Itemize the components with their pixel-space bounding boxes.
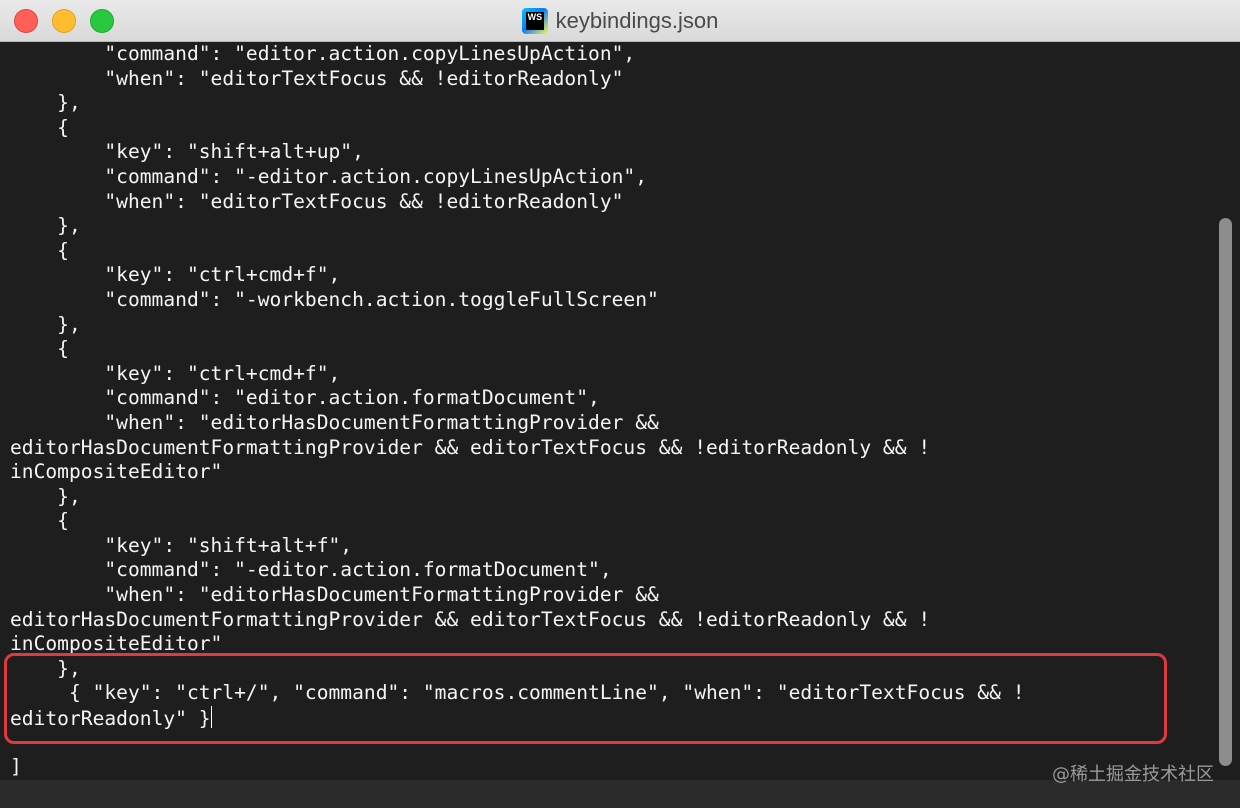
code-line[interactable]: },: [10, 485, 1210, 510]
editor-window: WS keybindings.json "command": "editor.a…: [0, 0, 1240, 808]
code-line[interactable]: {: [10, 337, 1210, 362]
code-line[interactable]: "when": "editorTextFocus && !editorReado…: [10, 67, 1210, 92]
window-title-group: WS keybindings.json: [0, 0, 1240, 42]
code-line[interactable]: "key": "shift+alt+up",: [10, 140, 1210, 165]
code-line[interactable]: "command": "-editor.action.formatDocumen…: [10, 558, 1210, 583]
code-line[interactable]: inCompositeEditor": [10, 632, 1210, 657]
code-line[interactable]: "when": "editorHasDocumentFormattingProv…: [10, 411, 1210, 436]
watermark: @稀土掘金技术社区: [1052, 764, 1214, 785]
scrollbar-thumb[interactable]: [1219, 218, 1232, 766]
code-text[interactable]: "command": "editor.action.copyLinesUpAct…: [0, 42, 1210, 780]
code-line[interactable]: "when": "editorTextFocus && !editorReado…: [10, 190, 1210, 215]
window-title: keybindings.json: [555, 8, 719, 33]
code-line[interactable]: editorReadonly" }: [10, 706, 1210, 731]
code-line[interactable]: {: [10, 239, 1210, 264]
code-line[interactable]: },: [10, 657, 1210, 682]
title-bar[interactable]: WS keybindings.json: [0, 0, 1240, 42]
code-line[interactable]: ]: [10, 755, 1210, 780]
code-line[interactable]: {: [10, 509, 1210, 534]
code-line[interactable]: },: [10, 313, 1210, 338]
code-line[interactable]: "command": "-editor.action.copyLinesUpAc…: [10, 165, 1210, 190]
code-line[interactable]: "command": "editor.action.copyLinesUpAct…: [10, 42, 1210, 67]
webstorm-app-icon: WS: [521, 8, 548, 34]
code-line[interactable]: inCompositeEditor": [10, 460, 1210, 485]
code-line[interactable]: "command": "-workbench.action.toggleFull…: [10, 288, 1210, 313]
code-line[interactable]: "command": "editor.action.formatDocument…: [10, 386, 1210, 411]
code-line[interactable]: "key": "ctrl+cmd+f",: [10, 263, 1210, 288]
vertical-scrollbar[interactable]: [1210, 42, 1240, 780]
code-line[interactable]: editorHasDocumentFormattingProvider && e…: [10, 436, 1210, 461]
code-line[interactable]: "key": "ctrl+cmd+f",: [10, 362, 1210, 387]
code-line[interactable]: [10, 731, 1210, 756]
app-icon-label: WS: [525, 12, 544, 30]
code-line[interactable]: "key": "shift+alt+f",: [10, 534, 1210, 559]
code-line[interactable]: {: [10, 116, 1210, 141]
code-line[interactable]: "when": "editorHasDocumentFormattingProv…: [10, 583, 1210, 608]
text-cursor: [210, 706, 212, 729]
code-line[interactable]: },: [10, 214, 1210, 239]
code-line[interactable]: },: [10, 91, 1210, 116]
code-line[interactable]: { "key": "ctrl+/", "command": "macros.co…: [10, 681, 1210, 706]
code-line[interactable]: editorHasDocumentFormattingProvider && e…: [10, 608, 1210, 633]
code-editor[interactable]: "command": "editor.action.copyLinesUpAct…: [0, 42, 1210, 780]
